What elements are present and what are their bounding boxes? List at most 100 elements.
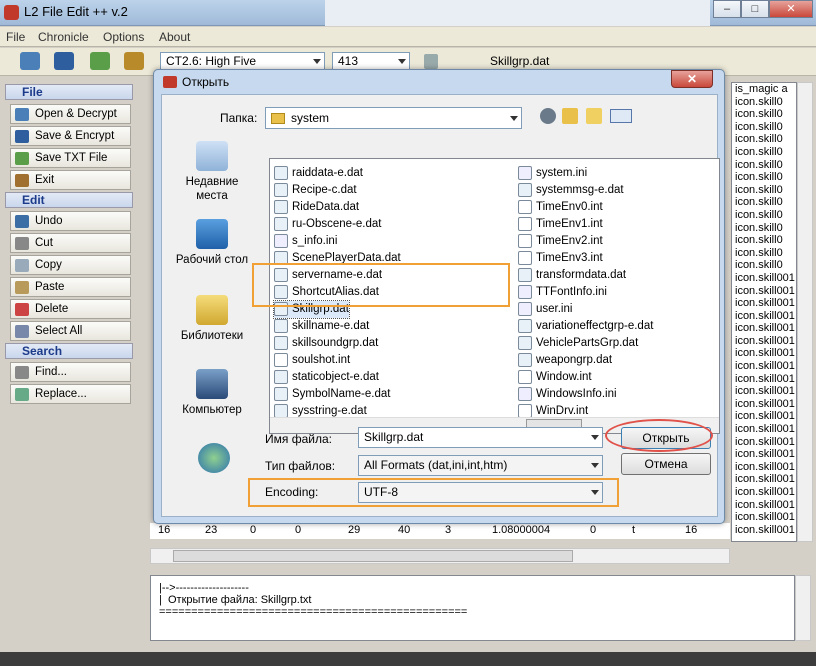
file-item[interactable]: soulshot.int [274, 352, 350, 369]
file-item[interactable]: transformdata.dat [518, 267, 626, 284]
file-item[interactable]: TTFontInfo.ini [518, 284, 607, 301]
log-scrollbar[interactable] [795, 575, 811, 641]
select-all-button[interactable]: Select All [10, 321, 131, 341]
find-button[interactable]: Find... [10, 362, 131, 382]
right-list-item[interactable]: icon.skill001 [735, 285, 796, 298]
data-cell[interactable]: 0 [295, 524, 301, 536]
right-list-item[interactable]: icon.skill001 [735, 436, 796, 449]
right-list-item[interactable]: icon.skill0 [735, 121, 796, 134]
dialog-close-button[interactable]: ✕ [671, 70, 713, 88]
right-list-item[interactable]: icon.skill001 [735, 310, 796, 323]
right-list-item[interactable]: icon.skill001 [735, 473, 796, 486]
data-cell[interactable]: 23 [205, 524, 217, 536]
right-list-item[interactable]: icon.skill0 [735, 108, 796, 121]
file-item[interactable]: system.ini [518, 165, 587, 182]
right-list-item[interactable]: icon.skill001 [735, 461, 796, 474]
paste-button[interactable]: Paste [10, 277, 131, 297]
right-list-item[interactable]: icon.skill001 [735, 423, 796, 436]
save-encrypt-button[interactable]: Save & Encrypt [10, 126, 131, 146]
file-item[interactable]: TimeEnv3.int [518, 250, 603, 267]
file-item[interactable]: RideData.dat [274, 199, 359, 216]
menu-file[interactable]: File [6, 30, 25, 44]
replace-button[interactable]: Replace... [10, 384, 131, 404]
right-list-item[interactable]: icon.skill001 [735, 373, 796, 386]
right-list-item[interactable]: icon.skill001 [735, 347, 796, 360]
right-list-item[interactable]: icon.skill001 [735, 499, 796, 512]
place-recent[interactable]: Недавние места [170, 141, 254, 203]
file-item[interactable]: Recipe-c.dat [274, 182, 357, 199]
cut-button[interactable]: Cut [10, 233, 131, 253]
right-list-item[interactable]: icon.skill001 [735, 398, 796, 411]
right-list-item[interactable]: icon.skill001 [735, 410, 796, 423]
file-item[interactable]: staticobject-e.dat [274, 369, 379, 386]
scroll-thumb[interactable] [173, 550, 573, 562]
right-list-item[interactable]: icon.skill0 [735, 171, 796, 184]
right-list-item[interactable]: icon.skill0 [735, 133, 796, 146]
right-list-item[interactable]: is_magic a [735, 83, 796, 96]
right-list-item[interactable]: icon.skill001 [735, 322, 796, 335]
encoding-select[interactable]: UTF-8 [358, 482, 603, 503]
right-list-item[interactable]: icon.skill001 [735, 448, 796, 461]
right-list-item[interactable]: icon.skill0 [735, 196, 796, 209]
delete-button[interactable]: Delete [10, 299, 131, 319]
save-txt-icon[interactable] [90, 52, 110, 70]
search-group-header[interactable]: Search [5, 343, 133, 359]
close-button[interactable]: ✕ [769, 0, 813, 18]
menu-about[interactable]: About [159, 30, 190, 44]
place-computer[interactable]: Компьютер [170, 369, 254, 417]
file-item[interactable]: TimeEnv1.int [518, 216, 603, 233]
right-list-item[interactable]: icon.skill001 [735, 335, 796, 348]
right-list-item[interactable]: icon.skill001 [735, 511, 796, 524]
file-item[interactable]: TimeEnv0.int [518, 199, 603, 216]
vertical-scrollbar[interactable] [797, 82, 813, 542]
right-list-item[interactable]: icon.skill0 [735, 159, 796, 172]
right-list-item[interactable]: icon.skill0 [735, 96, 796, 109]
file-item[interactable]: s_info.ini [274, 233, 337, 250]
file-item[interactable]: skillsoundgrp.dat [274, 335, 378, 352]
file-group-header[interactable]: File [5, 84, 133, 100]
file-item[interactable]: TimeEnv2.int [518, 233, 603, 250]
data-cell[interactable]: 0 [250, 524, 256, 536]
open-decrypt-button[interactable]: Open & Decrypt [10, 104, 131, 124]
view-menu-icon[interactable] [610, 109, 632, 123]
right-list-item[interactable]: icon.skill0 [735, 247, 796, 260]
save-txt-button[interactable]: Save TXT File [10, 148, 131, 168]
right-list-item[interactable]: icon.skill001 [735, 360, 796, 373]
file-item[interactable]: SymbolName-e.dat [274, 386, 390, 403]
file-item[interactable]: VehiclePartsGrp.dat [518, 335, 638, 352]
data-cell[interactable]: 16 [685, 524, 697, 536]
tool-icon[interactable] [124, 52, 144, 70]
edit-group-header[interactable]: Edit [5, 192, 133, 208]
right-list-item[interactable]: icon.skill001 [735, 524, 796, 537]
right-list-item[interactable]: icon.skill0 [735, 184, 796, 197]
data-cell[interactable]: 3 [445, 524, 451, 536]
file-item[interactable]: Window.int [518, 369, 592, 386]
right-column-list[interactable]: is_magic a icon.skill0 icon.skill0 icon.ski… [731, 82, 797, 542]
place-desktop[interactable]: Рабочий стол [170, 219, 254, 267]
filename-input[interactable]: Skillgrp.dat [358, 427, 603, 448]
right-list-item[interactable]: icon.skill0 [735, 146, 796, 159]
right-list-item[interactable]: icon.skill0 [735, 234, 796, 247]
file-item[interactable]: WindowsInfo.ini [518, 386, 617, 403]
file-item[interactable]: variationeffectgrp-e.dat [518, 318, 653, 335]
cancel-button[interactable]: Отмена [621, 453, 711, 475]
back-icon[interactable] [540, 108, 556, 124]
place-libraries[interactable]: Библиотеки [170, 295, 254, 343]
menu-options[interactable]: Options [103, 30, 144, 44]
minimize-button[interactable]: – [713, 0, 741, 18]
right-list-item[interactable]: icon.skill0 [735, 259, 796, 272]
right-list-item[interactable]: icon.skill001 [735, 297, 796, 310]
new-folder-icon[interactable] [586, 108, 602, 124]
data-cell[interactable]: 40 [398, 524, 410, 536]
right-list-item[interactable]: icon.skill001 [735, 385, 796, 398]
file-item[interactable]: raiddata-e.dat [274, 165, 363, 182]
data-cell[interactable]: 16 [158, 524, 170, 536]
network-icon[interactable] [198, 443, 230, 473]
save-icon[interactable] [54, 52, 74, 70]
right-list-item[interactable]: icon.skill001 [735, 486, 796, 499]
file-item[interactable]: skillname-e.dat [274, 318, 369, 335]
folder-select[interactable]: system [265, 107, 522, 129]
filetype-select[interactable]: All Formats (dat,ini,int,htm) [358, 455, 603, 476]
data-cell[interactable]: 0 [590, 524, 596, 536]
exit-button[interactable]: Exit [10, 170, 131, 190]
